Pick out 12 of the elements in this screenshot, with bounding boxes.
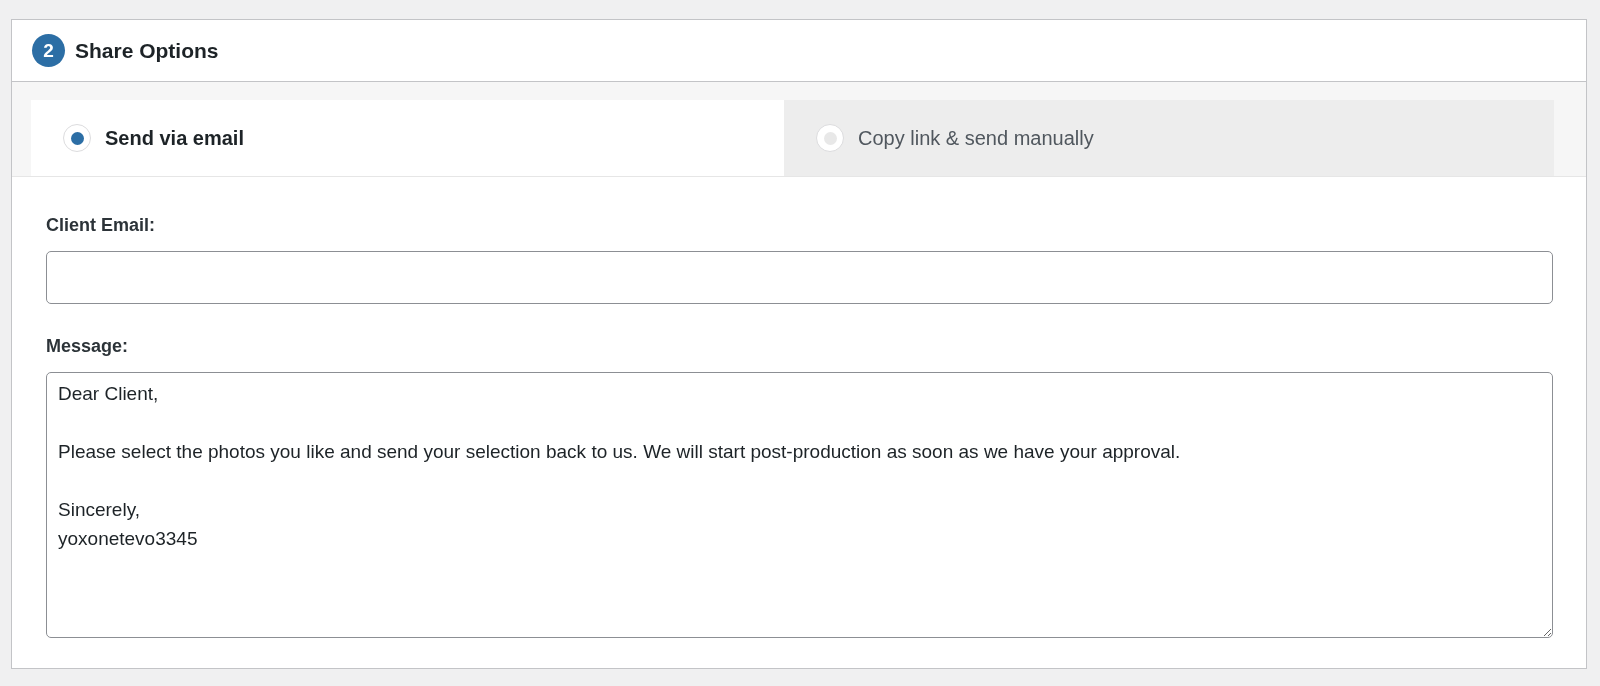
radio-button[interactable] xyxy=(816,124,844,152)
share-method-tab[interactable]: Copy link & send manually xyxy=(784,100,1554,176)
share-method-tab[interactable]: Send via email xyxy=(31,100,784,176)
email-field[interactable] xyxy=(46,251,1553,304)
panel-title: Share Options xyxy=(75,38,219,63)
tab-label: Copy link & send manually xyxy=(858,126,1094,150)
radio-button[interactable] xyxy=(63,124,91,152)
message-field[interactable]: Dear Client, Please select the photos you like and send your selection back to us. We will start post-production as soon as we have your approval. Sincerely, yoxonetevo3345 xyxy=(46,372,1553,638)
tab-label: Send via email xyxy=(105,126,244,150)
field-label: Message: xyxy=(46,336,130,357)
field-label: Client Email: xyxy=(46,215,157,236)
step-number-badge: 2 xyxy=(32,34,65,67)
